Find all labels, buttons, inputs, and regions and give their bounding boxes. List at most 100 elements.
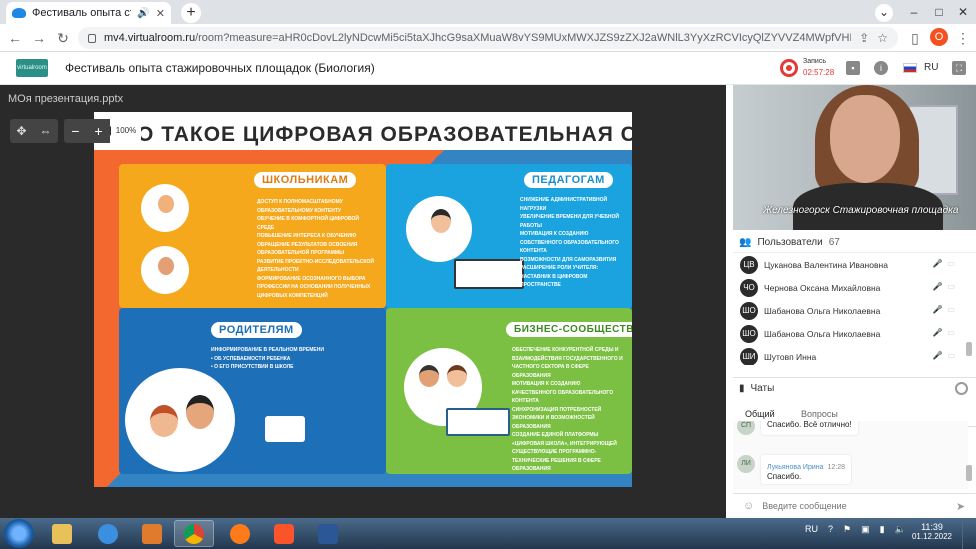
sidebar-toggle-icon[interactable]: ▯ (906, 29, 924, 47)
tab-general[interactable]: Общий (745, 409, 775, 419)
zoom-in-button[interactable]: + (94, 123, 102, 139)
back-icon[interactable]: ← (6, 29, 24, 47)
maximize-button[interactable]: □ (930, 4, 948, 22)
video-participant-label: Железногорск Стажировочная площадка (763, 205, 959, 216)
explorer-taskbar-button[interactable] (42, 520, 82, 547)
record-icon[interactable] (780, 59, 798, 77)
gear-icon[interactable] (955, 382, 968, 395)
tray-volume-icon[interactable]: 🔈 (895, 524, 906, 535)
piece-text: СНИЖЕНИЕ АДМИНИСТРАТИВНОЙ НАГРУЗКИ УВЕЛИ… (520, 197, 620, 288)
russia-flag-icon[interactable] (903, 63, 917, 73)
user-name: Шутовп Инна (764, 351, 817, 362)
users-count: 67 (828, 237, 840, 248)
language-selector[interactable]: RU (924, 62, 938, 73)
chrome-taskbar-button[interactable] (174, 520, 214, 547)
list-item[interactable]: ЧО Чернова Оксана Михайловна 🎤▭ (733, 276, 968, 299)
users-list: ЦВ Цуканова Валентина Ивановна 🎤▭ ЧО Чер… (733, 253, 968, 365)
slide: ЧТО ТАКОЕ ЦИФРОВАЯ ОБРАЗОВАТЕЛЬНАЯ СРЕДА… (94, 112, 632, 487)
chat-bubble-icon: ▮ (739, 383, 745, 394)
menu-kebab-icon[interactable]: ⋮ (954, 29, 972, 47)
fullscreen-icon[interactable]: ⛶ (952, 61, 966, 75)
folder-icon (52, 523, 72, 544)
start-button[interactable] (4, 519, 34, 548)
users-icon: 👥 (739, 237, 752, 248)
record-timer: 02:57:28 (803, 68, 835, 77)
app-logo: virtualroom (16, 59, 48, 77)
taskbar: RU ? ⚑ ▣ ▮ 🔈 11:39 01.12.2022 (0, 518, 976, 549)
tray-shield-icon[interactable]: ▣ (861, 524, 870, 535)
message-bubble: Лукьянова Ирина 12:28 Спасибо. (761, 455, 852, 484)
emoji-icon[interactable]: ☺ (743, 500, 754, 512)
browser-tab[interactable]: Фестиваль опыта стажиро 🔊 ✕ (6, 2, 171, 24)
users-header[interactable]: 👥 Пользователи 67 (733, 233, 976, 253)
message-input[interactable] (762, 501, 948, 511)
chats-header[interactable]: ▮ Чаты (733, 377, 976, 399)
message-time: 12:28 (827, 464, 846, 471)
tray-flag-icon[interactable]: ⚑ (843, 524, 851, 535)
user-status-icons: 🎤▭ (932, 305, 960, 314)
tablet-illustration (265, 416, 305, 442)
media-player-icon (142, 523, 162, 544)
tab-questions[interactable]: Вопросы (801, 409, 838, 419)
video-feed[interactable]: Железногорск Стажировочная площадка (733, 85, 976, 230)
puzzle-graphic: ШКОЛЬНИКАМ ДОСТУП К ПОЛНОМАСШТАБНОМУ ОБР… (94, 150, 632, 487)
users-scrollbar[interactable] (966, 342, 972, 356)
media-taskbar-button[interactable] (132, 520, 172, 547)
user-status-icons: 🎤▭ (932, 259, 960, 268)
avatar: ЦВ (740, 255, 758, 274)
show-desktop-button[interactable] (962, 518, 976, 549)
brave-taskbar-button[interactable] (264, 520, 304, 547)
close-tab-icon[interactable]: ✕ (156, 7, 165, 20)
puzzle-piece-business: БИЗНЕС-СООБЩЕСТВУ ОБЕСПЕЧЕНИЕ КОНКУРЕНТН… (386, 308, 632, 474)
list-item[interactable]: ШИ Шутовп Инна 🎤▭ (733, 345, 968, 365)
record-label: Запись (803, 58, 826, 65)
list-item[interactable]: ЦВ Цуканова Валентина Ивановна 🎤▭ (733, 253, 968, 276)
puzzle-piece-parents: РОДИТЕЛЯМ ИНФОРМИРОВАНИЕ В РЕАЛЬНОМ ВРЕМ… (119, 308, 386, 474)
share-icon[interactable]: ⇪ (859, 31, 869, 45)
send-icon[interactable]: ➤ (956, 500, 968, 513)
word-taskbar-button[interactable] (308, 520, 348, 547)
avatar: ШО (740, 301, 758, 320)
piece-text: ОБЕСПЕЧЕНИЕ КОНКУРЕНТНОЙ СРЕДЫ И ВЗАИМОД… (512, 347, 623, 472)
url-field[interactable]: mv4.virtualroom.ru/room?measure=aHR0cDov… (78, 27, 898, 49)
fit-width-icon[interactable]: ⇔ (40, 124, 52, 138)
laptop-illustration (454, 259, 524, 289)
taskbar-clock[interactable]: 11:39 01.12.2022 (910, 522, 954, 541)
user-status-icons: 🎤▭ (932, 328, 960, 337)
video-speaker-face (830, 95, 900, 183)
bookmark-star-icon[interactable]: ☆ (877, 31, 888, 45)
lock-icon (88, 33, 96, 43)
chat-scrollbar[interactable] (966, 465, 972, 481)
slide-header: ЧТО ТАКОЕ ЦИФРОВАЯ ОБРАЗОВАТЕЛЬНАЯ СРЕДА (94, 112, 632, 151)
tray-help-icon[interactable]: ? (828, 524, 833, 535)
minimize-button[interactable]: – (905, 4, 923, 22)
speaker-icon[interactable]: 🔊 (137, 8, 149, 19)
forward-icon[interactable]: → (30, 29, 48, 47)
new-tab-button[interactable]: + (181, 3, 201, 23)
list-item[interactable]: ШО Шабанова Ольга Николаевна 🎤▭ (733, 299, 968, 322)
user-name: Шабанова Ольга Николаевна (764, 305, 881, 316)
browser-tabstrip: Фестиваль опыта стажиро 🔊 ✕ + ⌄ – □ ✕ (0, 0, 976, 24)
site-favicon-icon (12, 8, 26, 18)
zoom-out-button[interactable]: − (71, 123, 79, 139)
presentation-area: МОя презентация.pptx ЧТО ТАКОЕ ЦИФРОВАЯ … (0, 85, 726, 518)
message-author[interactable]: Лукьянова Ирина (767, 464, 824, 471)
list-item[interactable]: ШО Шабанова Ольга Николаевна 🎤▭ (733, 322, 968, 345)
info-icon[interactable]: i (874, 61, 888, 75)
folder-icon[interactable]: ▪ (846, 61, 860, 75)
profile-avatar[interactable]: O (930, 28, 948, 46)
close-window-button[interactable]: ✕ (954, 4, 972, 22)
firefox-taskbar-button[interactable] (220, 520, 260, 547)
reload-icon[interactable]: ↻ (54, 29, 72, 47)
tray-network-icon[interactable]: ▮ (880, 524, 885, 535)
tab-search-button[interactable]: ⌄ (875, 4, 893, 22)
zoom-level[interactable]: 100% (111, 121, 141, 141)
move-icon[interactable]: ✥ (16, 124, 26, 138)
teacher-illustration (406, 196, 472, 262)
avatar: ЧО (740, 278, 758, 297)
ie-taskbar-button[interactable] (88, 520, 128, 547)
slide-heading: ЧТО ТАКОЕ ЦИФРОВАЯ ОБРАЗОВАТЕЛЬНАЯ СРЕДА (108, 123, 632, 146)
message-bubble: Спасибо. Всё отлично! (761, 421, 858, 435)
chrome-icon (184, 523, 204, 544)
tray-language[interactable]: RU (805, 524, 818, 535)
